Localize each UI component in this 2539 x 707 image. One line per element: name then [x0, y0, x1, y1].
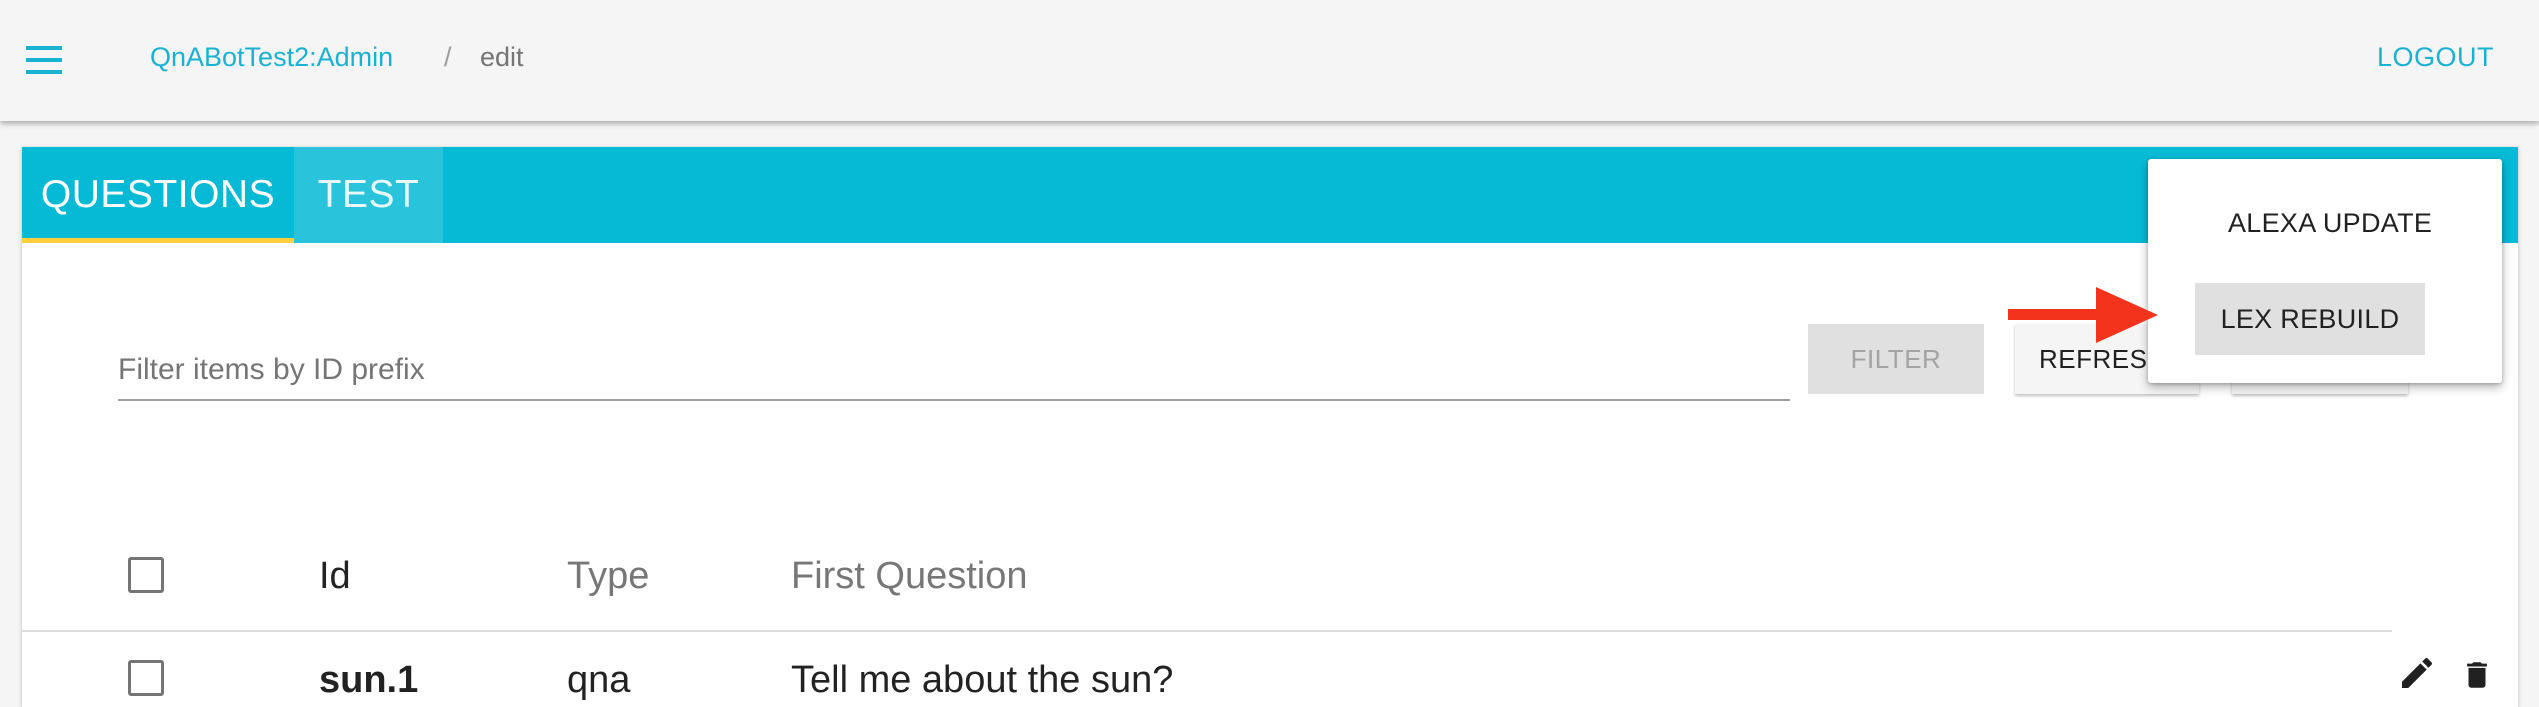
filter-input[interactable]	[118, 341, 1790, 401]
row-first-question: Tell me about the sun?	[791, 659, 1174, 701]
more-options-menu: ALEXA UPDATE LEX REBUILD	[2148, 159, 2502, 383]
logout-button[interactable]: LOGOUT	[2377, 42, 2494, 73]
select-all-checkbox[interactable]	[128, 557, 164, 593]
column-header-first-question[interactable]: First Question	[791, 555, 1028, 598]
tab-bar: QUESTIONS TEST	[22, 147, 2518, 243]
red-arrow-icon	[2008, 287, 2158, 343]
header-divider	[22, 630, 2392, 632]
menu-item-lex-rebuild[interactable]: LEX REBUILD	[2195, 283, 2425, 355]
breadcrumb-separator: /	[444, 42, 452, 72]
edit-pencil-icon[interactable]	[2397, 653, 2437, 693]
column-header-id[interactable]: Id	[319, 555, 351, 598]
row-checkbox[interactable]	[128, 660, 164, 696]
breadcrumb-app-link[interactable]: QnABotTest2:Admin	[150, 42, 393, 73]
questions-card: QUESTIONS TEST FILTER REFRES Id Type Fir…	[22, 147, 2518, 707]
column-header-type[interactable]: Type	[567, 555, 649, 598]
row-type: qna	[567, 659, 631, 701]
menu-item-alexa-update[interactable]: ALEXA UPDATE	[2228, 208, 2432, 239]
tab-test[interactable]: TEST	[294, 147, 443, 243]
filter-button[interactable]: FILTER	[1808, 324, 1984, 394]
active-tab-indicator	[22, 238, 294, 243]
top-toolbar: QnABotTest2:Admin / edit LOGOUT	[0, 0, 2539, 121]
hamburger-menu-icon[interactable]	[26, 46, 62, 74]
trash-icon[interactable]	[2460, 655, 2494, 695]
row-id: sun.1	[319, 659, 419, 701]
tab-questions[interactable]: QUESTIONS	[22, 147, 294, 243]
breadcrumb-current: edit	[480, 42, 524, 72]
